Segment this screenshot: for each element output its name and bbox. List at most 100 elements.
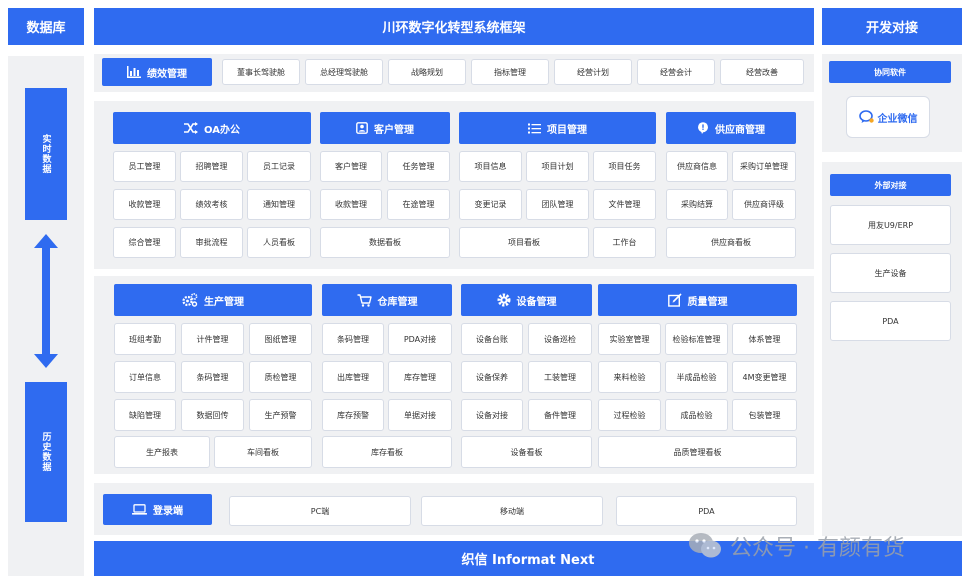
performance-item-improvement[interactable]: 经营改善 bbox=[720, 59, 804, 85]
realtime-data-block: 实时数据 bbox=[25, 88, 67, 220]
oa-item[interactable]: 绩效考核 bbox=[180, 189, 243, 220]
project-item[interactable]: 文件管理 bbox=[593, 189, 656, 220]
framework-title-bar: 川环数字化转型系统框架 bbox=[94, 8, 814, 45]
login-label: 登录端 bbox=[153, 506, 183, 517]
project-dashboard[interactable]: 项目看板 bbox=[459, 227, 589, 258]
equipment-header: 设备管理 bbox=[461, 284, 592, 316]
quality-item[interactable]: 4M变更管理 bbox=[732, 361, 797, 393]
oa-item[interactable]: 招聘管理 bbox=[180, 151, 243, 182]
quality-item[interactable]: 实验室管理 bbox=[598, 323, 661, 355]
customer-item[interactable]: 收款管理 bbox=[320, 189, 382, 220]
equipment-item[interactable]: 设备对接 bbox=[461, 399, 523, 431]
supplier-item[interactable]: 采购结算 bbox=[666, 189, 728, 220]
quality-item[interactable]: 半成品检验 bbox=[665, 361, 728, 393]
production-item[interactable]: 数据回传 bbox=[181, 399, 244, 431]
equipment-item[interactable]: 备件管理 bbox=[528, 399, 592, 431]
quality-item[interactable]: 检验标准管理 bbox=[665, 323, 728, 355]
gears-icon bbox=[182, 293, 198, 307]
oa-item[interactable]: 综合管理 bbox=[113, 227, 176, 258]
performance-item-accounting[interactable]: 经营会计 bbox=[637, 59, 715, 85]
oa-item[interactable]: 员工管理 bbox=[113, 151, 176, 182]
quality-item[interactable]: 来料检验 bbox=[598, 361, 661, 393]
production-item[interactable]: 图纸管理 bbox=[249, 323, 312, 355]
performance-item-gm-cockpit[interactable]: 总经理驾驶舱 bbox=[305, 59, 383, 85]
shuffle-icon bbox=[184, 122, 198, 134]
quality-header: 质量管理 bbox=[598, 284, 797, 316]
production-item[interactable]: 条码管理 bbox=[181, 361, 244, 393]
wecom-card[interactable]: 企业微信 bbox=[846, 96, 930, 138]
project-item[interactable]: 变更记录 bbox=[459, 189, 522, 220]
customer-item[interactable]: 任务管理 bbox=[387, 151, 450, 182]
supplier-label: 供应商管理 bbox=[715, 124, 765, 136]
warehouse-item[interactable]: 库存管理 bbox=[388, 361, 452, 393]
project-item[interactable]: 项目任务 bbox=[593, 151, 656, 182]
customer-item[interactable]: 在途管理 bbox=[387, 189, 450, 220]
oa-item[interactable]: 收款管理 bbox=[113, 189, 176, 220]
quality-label: 质量管理 bbox=[687, 296, 728, 308]
warehouse-item[interactable]: PDA对接 bbox=[388, 323, 452, 355]
project-item[interactable]: 项目信息 bbox=[459, 151, 522, 182]
quality-item[interactable]: 成品检验 bbox=[665, 399, 728, 431]
oa-item[interactable]: 通知管理 bbox=[247, 189, 311, 220]
external-item-pda[interactable]: PDA bbox=[830, 301, 951, 341]
external-item-production-equipment[interactable]: 生产设备 bbox=[830, 253, 951, 293]
project-item[interactable]: 项目计划 bbox=[526, 151, 589, 182]
warehouse-item[interactable]: 单据对接 bbox=[388, 399, 452, 431]
supplier-header: 供应商管理 bbox=[666, 112, 796, 144]
wecom-label: 企业微信 bbox=[877, 113, 918, 125]
edit-icon bbox=[667, 293, 682, 307]
external-integration-label: 外部对接 bbox=[874, 180, 907, 190]
warehouse-item[interactable]: 库存预警 bbox=[322, 399, 384, 431]
production-item[interactable]: 生产预警 bbox=[249, 399, 312, 431]
login-pc[interactable]: PC端 bbox=[229, 496, 411, 526]
login-mobile[interactable]: 移动端 bbox=[421, 496, 603, 526]
quality-item[interactable]: 体系管理 bbox=[732, 323, 797, 355]
quality-dashboard[interactable]: 品质管理看板 bbox=[598, 436, 797, 468]
equipment-dashboard[interactable]: 设备看板 bbox=[461, 436, 592, 468]
oa-item[interactable]: 审批流程 bbox=[180, 227, 243, 258]
external-item-erp[interactable]: 用友U9/ERP bbox=[830, 205, 951, 245]
equipment-item[interactable]: 工装管理 bbox=[528, 361, 592, 393]
warehouse-item[interactable]: 出库管理 bbox=[322, 361, 384, 393]
production-item[interactable]: 班组考勤 bbox=[114, 323, 176, 355]
login-pda[interactable]: PDA bbox=[616, 496, 797, 526]
performance-item-business-plan[interactable]: 经营计划 bbox=[554, 59, 632, 85]
equipment-item[interactable]: 设备台账 bbox=[461, 323, 523, 355]
laptop-icon bbox=[132, 504, 147, 515]
customer-header: 客户管理 bbox=[320, 112, 450, 144]
production-item[interactable]: 订单信息 bbox=[114, 361, 176, 393]
performance-header: 绩效管理 bbox=[102, 58, 212, 86]
wechat-icon bbox=[689, 533, 721, 558]
supplier-item[interactable]: 采购订单管理 bbox=[732, 151, 796, 182]
customer-item[interactable]: 客户管理 bbox=[320, 151, 382, 182]
realtime-data-label: 实时数据 bbox=[40, 134, 51, 174]
production-item[interactable]: 计件管理 bbox=[181, 323, 244, 355]
quality-item[interactable]: 包装管理 bbox=[732, 399, 797, 431]
performance-item-indicators[interactable]: 指标管理 bbox=[471, 59, 549, 85]
platform-footer-title: 织信 Informat Next bbox=[461, 553, 595, 568]
warehouse-item[interactable]: 条码管理 bbox=[322, 323, 384, 355]
supplier-item[interactable]: 供应商评级 bbox=[732, 189, 796, 220]
supplier-item[interactable]: 供应商信息 bbox=[666, 151, 728, 182]
supplier-dashboard[interactable]: 供应商看板 bbox=[666, 227, 796, 258]
oa-item[interactable]: 人员看板 bbox=[247, 227, 311, 258]
warehouse-header: 仓库管理 bbox=[322, 284, 452, 316]
customer-dashboard[interactable]: 数据看板 bbox=[320, 227, 450, 258]
oa-item[interactable]: 员工记录 bbox=[247, 151, 311, 182]
equipment-item[interactable]: 设备巡检 bbox=[528, 323, 592, 355]
equipment-item[interactable]: 设备保养 bbox=[461, 361, 523, 393]
performance-item-strategy[interactable]: 战略规划 bbox=[388, 59, 466, 85]
warehouse-dashboard[interactable]: 库存看板 bbox=[322, 436, 452, 468]
cart-icon bbox=[357, 293, 372, 307]
workshop-dashboard[interactable]: 车间看板 bbox=[214, 436, 312, 468]
production-item[interactable]: 质检管理 bbox=[249, 361, 312, 393]
quality-item[interactable]: 过程检验 bbox=[598, 399, 661, 431]
project-item[interactable]: 团队管理 bbox=[526, 189, 589, 220]
external-integration-header: 外部对接 bbox=[830, 174, 951, 196]
oa-label: OA办公 bbox=[204, 124, 240, 136]
project-workbench[interactable]: 工作台 bbox=[593, 227, 656, 258]
production-item[interactable]: 缺陷管理 bbox=[114, 399, 176, 431]
performance-item-chairman-cockpit[interactable]: 董事长驾驶舱 bbox=[222, 59, 300, 85]
production-report[interactable]: 生产报表 bbox=[114, 436, 210, 468]
collab-software-header: 协同软件 bbox=[829, 61, 951, 83]
